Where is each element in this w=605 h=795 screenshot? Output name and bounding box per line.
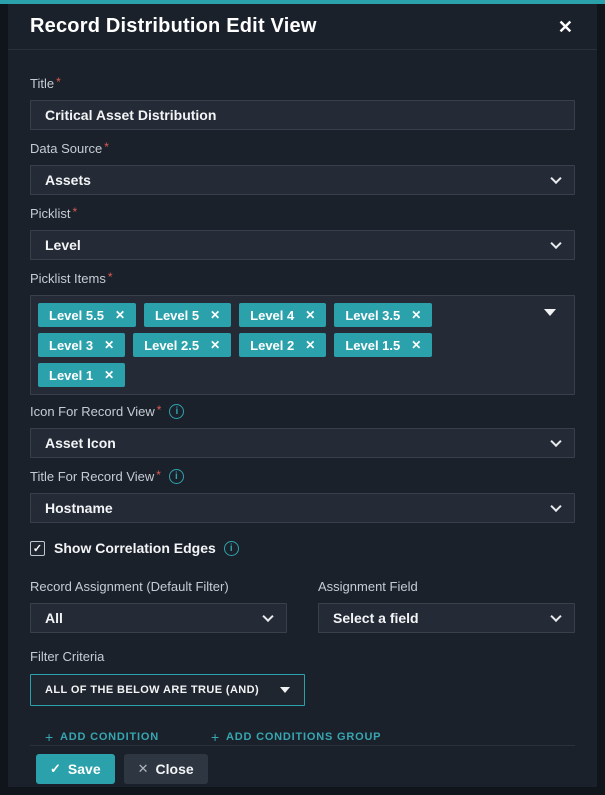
data-source-field-group: Data Source* Assets xyxy=(30,141,575,195)
picklist-item-chip: Level 1.5 ✕ xyxy=(334,333,432,357)
picklist-label: Picklist* xyxy=(30,206,575,221)
show-correlation-edges-label: Show Correlation Edges xyxy=(54,540,216,556)
chip-remove-icon[interactable]: ✕ xyxy=(210,339,220,351)
filter-criteria-field-group: Filter Criteria ALL OF THE BELOW ARE TRU… xyxy=(30,649,575,706)
chip-label: Level 2.5 xyxy=(144,338,199,353)
title-for-record-view-select[interactable]: Hostname xyxy=(30,493,575,523)
filter-criteria-dropdown[interactable]: ALL OF THE BELOW ARE TRUE (AND) xyxy=(30,674,305,706)
chip-label: Level 3 xyxy=(49,338,93,353)
add-conditions-group-link[interactable]: + ADD CONDITIONS GROUP xyxy=(211,729,381,745)
check-icon: ✓ xyxy=(50,761,61,777)
chip-remove-icon[interactable]: ✕ xyxy=(411,339,421,351)
chip-label: Level 1 xyxy=(49,368,93,383)
modal-body: Title* Data Source* Assets Picklist* Lev… xyxy=(8,50,597,787)
close-icon[interactable]: ✕ xyxy=(554,16,577,38)
icon-for-record-view-label: Icon For Record View* i xyxy=(30,404,575,419)
chevron-down-icon xyxy=(550,611,561,622)
chip-label: Level 2 xyxy=(250,338,294,353)
add-condition-link[interactable]: + ADD CONDITION xyxy=(45,729,159,745)
data-source-label: Data Source* xyxy=(30,141,575,156)
chip-remove-icon[interactable]: ✕ xyxy=(104,369,114,381)
chevron-down-icon xyxy=(550,501,561,512)
icon-for-record-view-field-group: Icon For Record View* i Asset Icon xyxy=(30,404,575,458)
chevron-down-icon xyxy=(550,436,561,447)
picklist-field-group: Picklist* Level xyxy=(30,206,575,260)
plus-icon: + xyxy=(45,729,54,745)
close-icon: ✕ xyxy=(138,761,149,777)
picklist-select[interactable]: Level xyxy=(30,230,575,260)
data-source-select[interactable]: Assets xyxy=(30,165,575,195)
title-field-group: Title* xyxy=(30,76,575,130)
modal-title: Record Distribution Edit View xyxy=(30,15,317,38)
filter-criteria-label: Filter Criteria xyxy=(30,649,575,664)
chevron-down-icon xyxy=(262,611,273,622)
title-input[interactable] xyxy=(30,100,575,130)
save-button[interactable]: ✓ Save xyxy=(36,754,115,784)
dropdown-arrow-icon[interactable] xyxy=(544,309,556,316)
chip-remove-icon[interactable]: ✕ xyxy=(411,309,421,321)
required-asterisk: * xyxy=(104,140,109,154)
info-icon[interactable]: i xyxy=(169,404,184,419)
chip-label: Level 3.5 xyxy=(345,308,400,323)
condition-links-row: + ADD CONDITION + ADD CONDITIONS GROUP xyxy=(45,729,575,745)
icon-for-record-view-select[interactable]: Asset Icon xyxy=(30,428,575,458)
record-assignment-select[interactable]: All xyxy=(30,603,287,633)
info-icon[interactable]: i xyxy=(224,541,239,556)
record-assignment-label: Record Assignment (Default Filter) xyxy=(30,579,287,594)
title-for-record-view-label: Title For Record View* i xyxy=(30,469,575,484)
modal-header: Record Distribution Edit View ✕ xyxy=(8,4,597,50)
assignment-field-select[interactable]: Select a field xyxy=(318,603,575,633)
picklist-item-chip: Level 5.5 ✕ xyxy=(38,303,136,327)
chip-remove-icon[interactable]: ✕ xyxy=(305,309,315,321)
chip-remove-icon[interactable]: ✕ xyxy=(305,339,315,351)
chip-label: Level 5 xyxy=(155,308,199,323)
chip-remove-icon[interactable]: ✕ xyxy=(115,309,125,321)
show-correlation-edges-checkbox[interactable]: ✓ xyxy=(30,541,45,556)
plus-icon: + xyxy=(211,729,220,745)
title-label: Title* xyxy=(30,76,575,91)
required-asterisk: * xyxy=(56,75,61,89)
close-button[interactable]: ✕ Close xyxy=(124,754,208,784)
picklist-item-chip: Level 5 ✕ xyxy=(144,303,231,327)
title-for-record-view-field-group: Title For Record View* i Hostname xyxy=(30,469,575,523)
required-asterisk: * xyxy=(157,403,162,417)
dropdown-arrow-icon xyxy=(280,687,290,693)
required-asterisk: * xyxy=(156,468,161,482)
info-icon[interactable]: i xyxy=(169,469,184,484)
show-correlation-edges-row: ✓ Show Correlation Edges i xyxy=(30,540,575,556)
picklist-item-chip: Level 2 ✕ xyxy=(239,333,326,357)
picklist-items-field-group: Picklist Items* Level 5.5 ✕ Level 5 ✕ Le… xyxy=(30,271,575,395)
chevron-down-icon xyxy=(550,173,561,184)
chip-remove-icon[interactable]: ✕ xyxy=(210,309,220,321)
picklist-item-chip: Level 4 ✕ xyxy=(239,303,326,327)
chip-label: Level 1.5 xyxy=(345,338,400,353)
required-asterisk: * xyxy=(108,270,113,284)
record-assignment-field-group: Record Assignment (Default Filter) All xyxy=(30,579,287,633)
modal-footer: ✓ Save ✕ Close xyxy=(30,745,575,787)
record-distribution-edit-view-modal: Record Distribution Edit View ✕ Title* D… xyxy=(8,4,597,787)
picklist-items-label: Picklist Items* xyxy=(30,271,575,286)
picklist-items-multiselect[interactable]: Level 5.5 ✕ Level 5 ✕ Level 4 ✕ Level 3.… xyxy=(30,295,575,395)
chip-label: Level 5.5 xyxy=(49,308,104,323)
assignment-row: Record Assignment (Default Filter) All A… xyxy=(30,579,575,633)
chip-remove-icon[interactable]: ✕ xyxy=(104,339,114,351)
picklist-item-chip: Level 1 ✕ xyxy=(38,363,125,387)
chip-label: Level 4 xyxy=(250,308,294,323)
assignment-field-label: Assignment Field xyxy=(318,579,575,594)
picklist-item-chip: Level 3 ✕ xyxy=(38,333,125,357)
required-asterisk: * xyxy=(72,205,77,219)
assignment-field-group: Assignment Field Select a field xyxy=(318,579,575,633)
picklist-item-chip: Level 2.5 ✕ xyxy=(133,333,231,357)
picklist-item-chip: Level 3.5 ✕ xyxy=(334,303,432,327)
chevron-down-icon xyxy=(550,238,561,249)
